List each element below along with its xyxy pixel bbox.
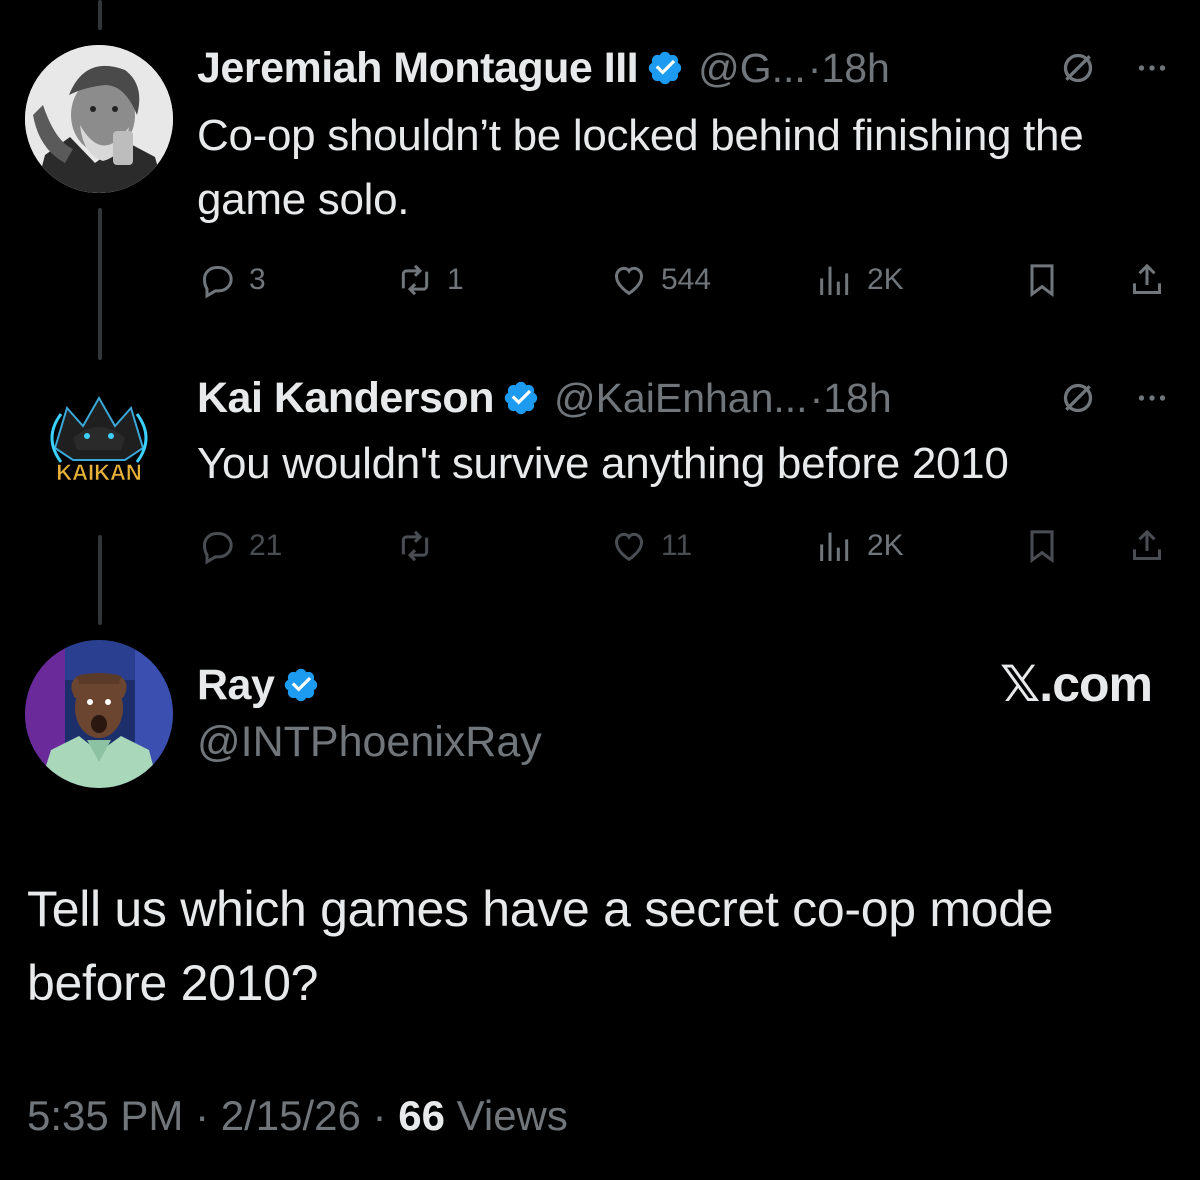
analytics-icon bbox=[820, 266, 849, 295]
post-date[interactable]: 2/15/26 bbox=[221, 1092, 361, 1139]
bookmark-button[interactable] bbox=[1022, 255, 1062, 305]
reply-button[interactable]: 3 bbox=[197, 255, 266, 305]
bookmark-icon bbox=[1030, 264, 1054, 298]
thread-line-2 bbox=[98, 535, 102, 625]
heart-icon bbox=[614, 532, 644, 562]
share-icon bbox=[1133, 263, 1161, 294]
grok-icon[interactable] bbox=[1058, 378, 1098, 418]
views-label: Views bbox=[456, 1092, 568, 1139]
kaikan-logo-text: KAIKAN bbox=[56, 460, 142, 485]
more-options-icon[interactable] bbox=[1134, 50, 1170, 86]
avatar-photo-bw bbox=[25, 45, 173, 193]
views-count: 66 bbox=[398, 1092, 445, 1139]
main-tweet-text: Tell us which games have a secret co-op … bbox=[27, 881, 1054, 1011]
reply-count: 3 bbox=[249, 263, 266, 296]
bookmark-button[interactable] bbox=[1022, 521, 1062, 571]
post-time[interactable]: 5:35 PM bbox=[27, 1092, 183, 1139]
tweet-text: You wouldn't survive anything before 201… bbox=[197, 439, 1009, 488]
thread-line-top bbox=[98, 0, 102, 30]
meta-separator: · bbox=[360, 1092, 399, 1139]
share-icon bbox=[1133, 529, 1161, 560]
views-count: 2K bbox=[867, 263, 904, 296]
verified-badge-icon bbox=[285, 668, 318, 702]
tweet-text: Co-op shouldn’t be locked behind finishi… bbox=[197, 111, 1084, 224]
reply-icon bbox=[202, 266, 233, 299]
timestamp[interactable]: ·18h bbox=[810, 375, 892, 422]
avatar-photo bbox=[25, 640, 173, 788]
like-count: 11 bbox=[661, 529, 693, 562]
display-name[interactable]: Kai Kanderson bbox=[197, 374, 494, 423]
views-button[interactable]: 2K bbox=[815, 521, 904, 571]
repost-icon bbox=[401, 530, 429, 562]
bookmark-icon bbox=[1030, 530, 1054, 564]
repost-count: 1 bbox=[447, 263, 464, 296]
handle[interactable]: @KaiEnhan... bbox=[554, 375, 808, 422]
repost-icon bbox=[401, 264, 429, 296]
share-button[interactable] bbox=[1127, 255, 1167, 305]
verified-badge-icon bbox=[648, 51, 682, 85]
reply-button[interactable]: 21 bbox=[197, 521, 282, 571]
tweet-header: Kai Kanderson @KaiEnhan... ·18h bbox=[197, 368, 1170, 428]
action-bar: 3 1 544 2K bbox=[197, 255, 1172, 305]
analytics-icon bbox=[820, 532, 849, 561]
reply-count: 21 bbox=[249, 529, 283, 562]
handle[interactable]: @G... bbox=[698, 45, 806, 92]
share-button[interactable] bbox=[1127, 521, 1167, 571]
more-options-icon[interactable] bbox=[1134, 380, 1170, 416]
display-name[interactable]: Jeremiah Montague III bbox=[197, 44, 639, 93]
tweet-meta: 5:35 PM · 2/15/26 · 66 Views bbox=[27, 1092, 568, 1140]
like-count: 544 bbox=[661, 263, 712, 296]
avatar[interactable] bbox=[25, 640, 173, 788]
action-bar: 21 11 2K bbox=[197, 521, 1172, 571]
display-name[interactable]: Ray bbox=[197, 661, 275, 710]
kaikan-logo: KAIKAN bbox=[25, 378, 173, 526]
views-count: 2K bbox=[867, 529, 904, 562]
main-name-row: Ray bbox=[197, 655, 334, 715]
heart-icon bbox=[614, 266, 644, 296]
thread-line-1 bbox=[98, 208, 102, 360]
handle[interactable]: @INTPhoenixRay bbox=[197, 718, 542, 767]
verified-badge-icon bbox=[504, 381, 538, 415]
avatar[interactable] bbox=[25, 45, 173, 193]
grok-icon[interactable] bbox=[1058, 48, 1098, 88]
xcom-watermark: 𝕏.com bbox=[1000, 656, 1153, 712]
avatar[interactable]: KAIKAN bbox=[25, 378, 173, 526]
repost-button[interactable] bbox=[395, 521, 447, 571]
like-button[interactable]: 11 bbox=[609, 521, 692, 571]
reply-icon bbox=[202, 532, 233, 565]
like-button[interactable]: 544 bbox=[609, 255, 711, 305]
repost-button[interactable]: 1 bbox=[395, 255, 464, 305]
timestamp[interactable]: ·18h bbox=[808, 45, 890, 92]
meta-separator: · bbox=[183, 1092, 221, 1139]
tweet-header: Jeremiah Montague III @G... ·18h bbox=[197, 38, 1170, 98]
views-button[interactable]: 2K bbox=[815, 255, 904, 305]
